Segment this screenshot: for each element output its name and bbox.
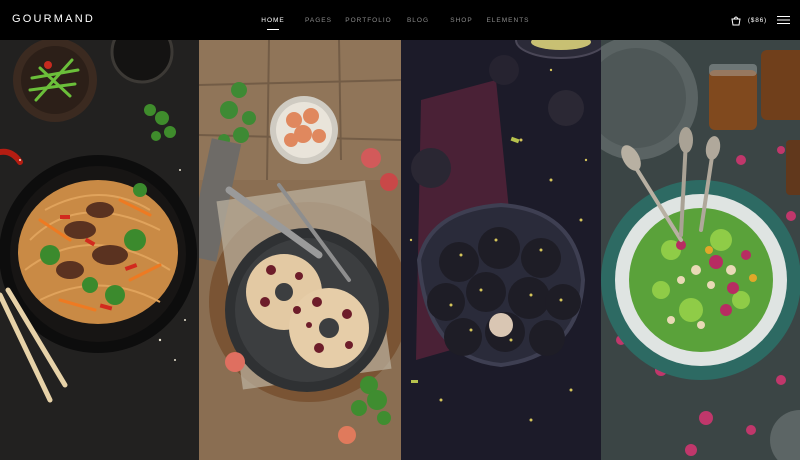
noodle-stir-fry-photo[interactable]: [0, 40, 199, 460]
nav-item-elements[interactable]: ELEMENTS: [483, 17, 533, 24]
nav-item-home[interactable]: HOME: [250, 17, 296, 30]
bagel-plate-photo[interactable]: [199, 40, 401, 460]
salad-bowl-photo[interactable]: [601, 40, 800, 460]
nav-item-blog[interactable]: BLOG: [396, 17, 440, 24]
main-nav: HOME PAGES PORTFOLIO BLOG SHOP ELEMENTS: [250, 0, 533, 40]
nav-item-shop[interactable]: SHOP: [440, 17, 483, 24]
nav-item-portfolio[interactable]: PORTFOLIO: [341, 17, 396, 24]
header-tools: ($86): [730, 10, 790, 30]
hamburger-menu-icon[interactable]: [777, 15, 790, 25]
hero-gallery: [0, 40, 800, 460]
site-logo[interactable]: GOURMAND: [12, 13, 95, 25]
cart-total[interactable]: ($86): [748, 17, 767, 24]
nav-item-pages[interactable]: PAGES: [296, 17, 341, 24]
top-navigation-bar: GOURMAND HOME PAGES PORTFOLIO BLOG SHOP …: [0, 0, 800, 40]
truffle-balls-photo[interactable]: [401, 40, 601, 460]
shopping-bag-icon[interactable]: [730, 14, 742, 26]
